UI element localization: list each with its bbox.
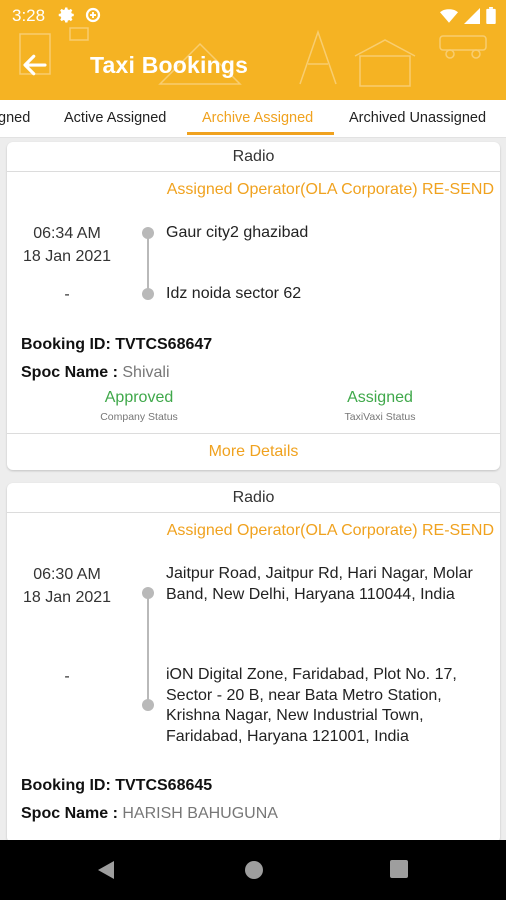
- spoc-name: Spoc Name : Shivali: [21, 364, 170, 382]
- company-status: Approved Company Status: [59, 389, 219, 423]
- drop-dot: [142, 699, 154, 711]
- booking-id-label: Booking ID:: [21, 336, 111, 353]
- system-nav-bar: [0, 840, 506, 900]
- page-title: Taxi Bookings: [90, 52, 249, 78]
- drop-address: iON Digital Zone, Faridabad, Plot No. 17…: [166, 666, 457, 745]
- nav-back-icon[interactable]: [96, 860, 116, 880]
- route-line: [147, 593, 149, 705]
- booking-id-value: TVTCS68645: [115, 777, 213, 794]
- booking-type: Radio: [7, 142, 500, 172]
- battery-icon: [486, 7, 496, 24]
- more-details-button[interactable]: More Details: [7, 433, 500, 469]
- tab-active-assigned[interactable]: Active Assigned: [64, 100, 166, 138]
- route-line: [147, 234, 149, 292]
- pickup-dot: [142, 227, 154, 239]
- drop-dot: [142, 288, 154, 300]
- pickup-dot: [142, 587, 154, 599]
- tab-assigned[interactable]: gned: [0, 100, 30, 138]
- status-time: 3:28: [12, 6, 46, 25]
- pickup-time: 06:30 AM: [33, 566, 101, 583]
- booking-id: Booking ID: TVTCS68647: [21, 336, 212, 354]
- booking-id-value: TVTCS68647: [115, 336, 213, 353]
- drop-time: -: [64, 668, 70, 685]
- spoc-name: Spoc Name : HARISH BAHUGUNA: [21, 805, 278, 823]
- signal-icon: [464, 7, 480, 24]
- pickup-address: Jaitpur Road, Jaitpur Rd, Hari Nagar, Mo…: [166, 565, 473, 603]
- settings-icon: [58, 7, 74, 23]
- tab-archived-unassigned[interactable]: Archived Unassigned: [349, 100, 486, 138]
- active-tab-indicator: [187, 132, 334, 135]
- booking-card[interactable]: Radio Assigned Operator(OLA Corporate) R…: [7, 483, 500, 843]
- company-status-value: Approved: [104, 389, 174, 406]
- booking-id: Booking ID: TVTCS68645: [21, 777, 212, 795]
- app-header: 3:28 Taxi Bookings: [0, 0, 506, 100]
- status-bar: 3:28: [0, 0, 506, 32]
- taxivaxi-status-label: TaxiVaxi Status: [344, 411, 416, 423]
- wifi-icon: [440, 8, 458, 23]
- spoc-value: Shivali: [122, 364, 170, 381]
- nav-home-icon[interactable]: [244, 860, 264, 880]
- operator-resend-link[interactable]: Assigned Operator(OLA Corporate) RE-SEND: [167, 181, 494, 199]
- pickup-date: 18 Jan 2021: [22, 589, 112, 606]
- back-arrow-icon[interactable]: [20, 50, 50, 80]
- drop-address: Idz noida sector 62: [166, 285, 302, 302]
- data-saver-icon: [85, 7, 101, 23]
- nav-recents-icon[interactable]: [390, 860, 408, 878]
- company-status-label: Company Status: [100, 411, 178, 423]
- operator-resend-link[interactable]: Assigned Operator(OLA Corporate) RE-SEND: [167, 522, 494, 540]
- booking-card[interactable]: Radio Assigned Operator(OLA Corporate) R…: [7, 142, 500, 470]
- city-illustration-icon: [19, 27, 487, 87]
- booking-type: Radio: [7, 483, 500, 513]
- pickup-address: Gaur city2 ghazibad: [166, 224, 309, 241]
- spoc-label: Spoc Name :: [21, 364, 118, 381]
- taxivaxi-status: Assigned TaxiVaxi Status: [300, 389, 460, 423]
- pickup-date: 18 Jan 2021: [22, 248, 112, 265]
- pickup-time: 06:34 AM: [33, 225, 101, 242]
- drop-time: -: [64, 286, 70, 303]
- taxivaxi-status-value: Assigned: [347, 389, 413, 406]
- booking-id-label: Booking ID:: [21, 777, 111, 794]
- screen: 3:28 Taxi Bookings gned Active Assigned …: [0, 0, 506, 900]
- spoc-label: Spoc Name :: [21, 805, 118, 822]
- spoc-value: HARISH BAHUGUNA: [122, 805, 278, 822]
